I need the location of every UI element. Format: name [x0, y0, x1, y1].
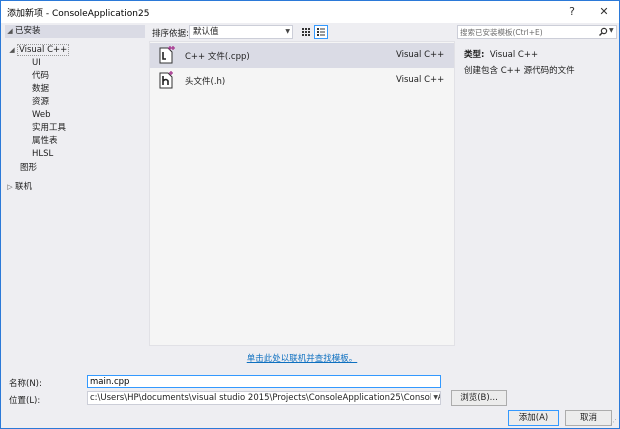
grid-view-icon — [302, 28, 310, 36]
title-bar: 添加新项 - ConsoleApplication25 ? ✕ — [1, 1, 619, 23]
cancel-button[interactable]: 取消 — [565, 410, 612, 426]
tree-item-ui[interactable]: UI — [32, 57, 41, 70]
close-button[interactable]: ✕ — [589, 1, 619, 23]
sort-label: 排序依据: — [152, 29, 189, 39]
template-item-header[interactable]: 头文件(.h) Visual C++ — [150, 68, 454, 93]
collapsed-arrow-icon[interactable]: ▷ — [5, 181, 15, 194]
template-toolbar: 排序依据: 默认值 ▼ — [149, 23, 455, 41]
location-value: c:\Users\HP\documents\visual studio 2015… — [90, 393, 441, 403]
chevron-down-icon: ▼ — [431, 392, 438, 404]
tree-item-resource[interactable]: 资源 — [32, 96, 49, 109]
add-new-item-dialog: 添加新项 - ConsoleApplication25 ? ✕ ◢ 已安装 ◢ Vi… — [0, 0, 620, 429]
tree-item-property-sheet[interactable]: 属性表 — [32, 135, 58, 148]
location-label: 位置(L): — [9, 396, 41, 406]
template-type: Visual C++ — [396, 50, 445, 60]
chevron-down-icon[interactable]: ▼ — [609, 27, 614, 34]
tree-item-online[interactable]: ▷ 联机 — [5, 181, 32, 194]
resize-grip-icon[interactable]: ⋰ — [610, 418, 617, 426]
tree-item-installed[interactable]: ◢ 已安装 — [5, 25, 145, 38]
sort-dropdown[interactable]: 默认值 ▼ — [189, 25, 293, 39]
tree-item-utility[interactable]: 实用工具 — [32, 122, 66, 135]
category-tree: ◢ 已安装 ◢ Visual C++ UI 代码 数据 资源 Web 实用工具 属性… — [5, 23, 145, 369]
add-button[interactable]: 添加(A) — [508, 410, 559, 426]
description-type: 类型: Visual C++ — [464, 48, 538, 60]
list-view-button[interactable] — [314, 25, 328, 39]
search-input[interactable] — [460, 27, 596, 38]
template-item-cpp[interactable]: C++ 文件(.cpp) Visual C++ — [150, 43, 454, 68]
chevron-down-icon: ▼ — [285, 28, 290, 35]
template-name: 头文件(.h) — [185, 77, 226, 87]
tree-item-hlsl[interactable]: HLSL — [32, 148, 53, 161]
browse-button[interactable]: 浏览(B)... — [451, 390, 507, 406]
online-templates-link[interactable]: 单击此处以联机并查找模板。 — [149, 352, 455, 364]
name-label: 名称(N): — [9, 379, 42, 389]
window-title: 添加新项 - ConsoleApplication25 — [7, 9, 150, 19]
grid-view-button[interactable] — [299, 25, 313, 39]
tree-item-visual-cpp[interactable]: ◢ Visual C++ — [7, 44, 70, 57]
tree-label: 已安装 — [15, 26, 41, 36]
cpp-file-icon — [159, 46, 175, 64]
type-value: Visual C++ — [489, 50, 539, 60]
template-name: C++ 文件(.cpp) — [185, 52, 250, 62]
tree-label: 联机 — [15, 182, 33, 192]
description-text: 创建包含 C++ 源代码的文件 — [464, 66, 575, 76]
tree-item-data[interactable]: 数据 — [32, 83, 49, 96]
tree-item-web[interactable]: Web — [32, 109, 51, 122]
tree-item-graphics[interactable]: 图形 — [20, 162, 37, 175]
template-type: Visual C++ — [396, 75, 445, 85]
search-box[interactable]: ▼ — [457, 25, 617, 39]
template-list: C++ 文件(.cpp) Visual C++ 头文件(.h) Visual C… — [149, 41, 455, 346]
tree-item-code[interactable]: 代码 — [32, 70, 49, 83]
name-field[interactable] — [87, 375, 441, 388]
list-view-icon — [317, 28, 325, 36]
help-button[interactable]: ? — [557, 1, 587, 23]
location-dropdown[interactable]: c:\Users\HP\documents\visual studio 2015… — [87, 391, 441, 405]
tree-label: Visual C++ — [17, 44, 70, 56]
sort-value: 默认值 — [193, 27, 219, 37]
header-file-icon — [159, 71, 173, 89]
expanded-arrow-icon[interactable]: ◢ — [5, 25, 15, 38]
search-icon[interactable] — [598, 26, 608, 38]
expanded-arrow-icon[interactable]: ◢ — [7, 44, 17, 57]
type-label: 类型: — [464, 50, 485, 60]
